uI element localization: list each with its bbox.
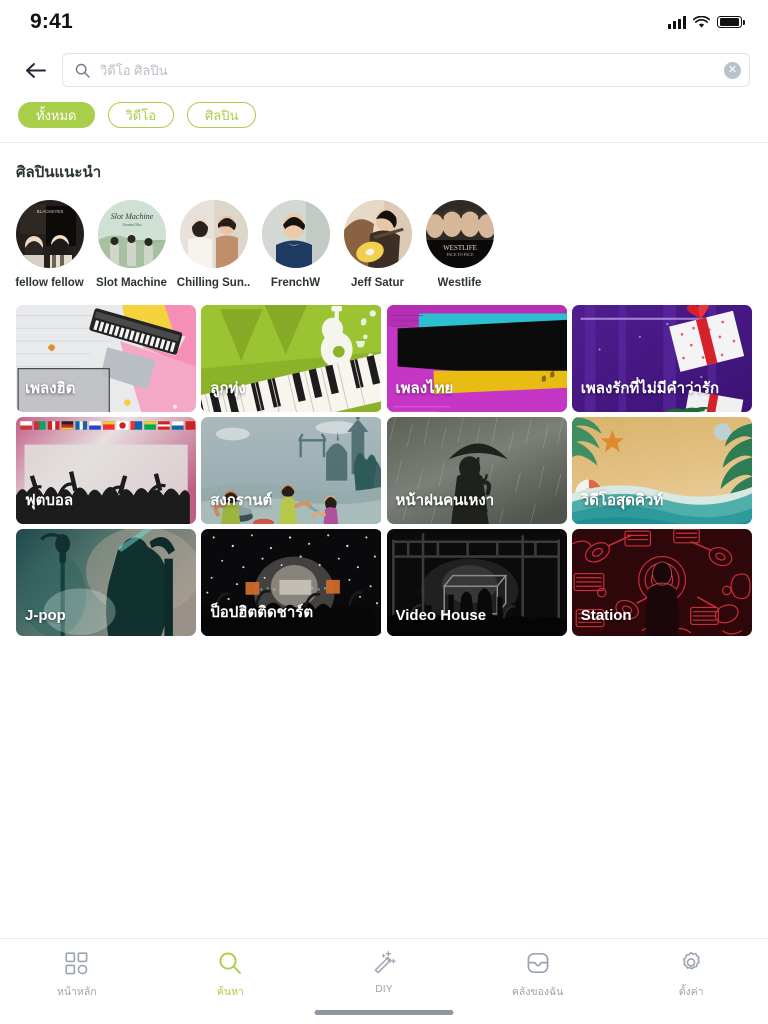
search-bar: ✕: [0, 44, 768, 90]
gear-icon: [679, 950, 703, 976]
status-indicators: [668, 15, 745, 29]
tab-search[interactable]: ค้นหา: [154, 950, 308, 1000]
home-indicator: [314, 1010, 454, 1015]
category-label: เพลงรักที่ไม่มีคำว่ารัก: [580, 380, 720, 397]
category-label: วิดีโอสุดคิวท์: [580, 492, 664, 509]
wifi-icon: [693, 15, 710, 28]
avatar: [343, 200, 412, 268]
avatar: [261, 200, 330, 268]
artist-name: FrenchW: [270, 277, 321, 289]
artist-name: Chilling Sun..: [176, 277, 251, 289]
battery-full-icon: [717, 15, 745, 29]
section-title-artists: ศิลปินแนะนำ: [16, 164, 102, 181]
filter-chips: ทั้งหมด วิดีโอ ศิลปิน: [0, 90, 768, 128]
status-time: 9:41: [30, 10, 73, 33]
library-box-icon: [526, 950, 550, 976]
category-label: สงกรานต์: [210, 492, 273, 509]
filter-chip-all[interactable]: ทั้งหมด: [18, 102, 95, 128]
app-screen: 9:41 ✕: [0, 0, 768, 1024]
artist-name: Slot Machine: [96, 277, 167, 289]
tab-diy[interactable]: DIY: [307, 950, 461, 995]
status-bar: 9:41: [0, 0, 768, 44]
category-label: เพลงฮิต: [25, 380, 76, 397]
category-card[interactable]: เพลงรักที่ไม่มีคำว่ารัก: [571, 305, 752, 412]
search-icon: [75, 63, 90, 78]
tab-label: DIY: [375, 983, 393, 995]
category-card[interactable]: ป็อปฮิตติดชาร์ต: [201, 529, 382, 636]
category-label: ฟุตบอล: [25, 492, 74, 509]
category-label: ลูกทุ่ง: [210, 380, 246, 397]
category-card[interactable]: เพลงฮิต: [16, 305, 197, 412]
category-card[interactable]: วิดีโอสุดคิวท์: [571, 417, 752, 524]
tab-label: คลังของฉัน: [511, 986, 564, 998]
artist-list: BLACKEYES fellow fellow Slot Machine Gre…: [0, 184, 768, 289]
tab-settings[interactable]: ตั้งค่า: [614, 950, 768, 1000]
tab-home[interactable]: หน้าหลัก: [0, 950, 154, 1000]
category-card[interactable]: ฟุตบอล: [16, 417, 197, 524]
search-icon: [218, 950, 242, 976]
tab-label: หน้าหลัก: [56, 986, 97, 998]
avatar: Slot Machine Greatest Hits: [97, 200, 166, 268]
category-card[interactable]: Station: [571, 529, 752, 636]
avatar: WESTLIFE FACE TO FACE: [425, 200, 494, 268]
artist-item[interactable]: Chilling Sun..: [176, 200, 251, 289]
avatar: [179, 200, 248, 268]
back-arrow-icon: [25, 62, 46, 78]
category-label: Station: [580, 607, 632, 624]
search-input[interactable]: [90, 62, 724, 78]
filter-chip-artist[interactable]: ศิลปิน: [187, 102, 257, 128]
svg-text:BLACKEYES: BLACKEYES: [36, 209, 63, 214]
category-label: ป็อปฮิตติดชาร์ต: [210, 604, 314, 621]
artist-item[interactable]: Slot Machine Greatest Hits Slot Machine: [96, 200, 167, 289]
category-card[interactable]: เพลงไทย: [386, 305, 567, 412]
svg-text:WESTLIFE: WESTLIFE: [443, 244, 477, 252]
cellular-signal-icon: [668, 15, 686, 29]
category-grid: เพลงฮิต ลูกทุ่ง เพลงไทย เพลงรักที่ไม่มีค…: [0, 289, 768, 636]
category-card[interactable]: ลูกทุ่ง: [201, 305, 382, 412]
category-card[interactable]: สงกรานต์: [201, 417, 382, 524]
category-label: Video House: [395, 607, 487, 624]
avatar: BLACKEYES: [15, 200, 84, 268]
artist-name: fellow fellow: [15, 277, 84, 289]
tab-label: ค้นหา: [216, 986, 244, 998]
svg-text:Greatest Hits: Greatest Hits: [122, 223, 141, 227]
artist-item[interactable]: WESTLIFE FACE TO FACE Westlife: [424, 200, 495, 289]
artist-item[interactable]: Jeff Satur: [342, 200, 413, 289]
tab-label: ตั้งค่า: [678, 986, 704, 998]
artist-name: Westlife: [437, 277, 482, 289]
category-card[interactable]: J-pop: [16, 529, 197, 636]
svg-text:Slot Machine: Slot Machine: [110, 212, 153, 221]
filter-chip-video[interactable]: วิดีโอ: [107, 102, 175, 128]
search-field-wrapper[interactable]: ✕: [62, 53, 750, 87]
artist-name: Jeff Satur: [350, 277, 405, 289]
category-card[interactable]: หน้าฝนคนเหงา: [386, 417, 567, 524]
category-label: เพลงไทย: [395, 380, 454, 397]
svg-text:FACE TO FACE: FACE TO FACE: [446, 252, 474, 257]
artist-item[interactable]: BLACKEYES fellow fellow: [14, 200, 85, 289]
tab-library[interactable]: คลังของฉัน: [461, 950, 615, 1000]
magic-wand-icon: [372, 950, 396, 976]
category-card[interactable]: Video House: [386, 529, 567, 636]
back-button[interactable]: [18, 53, 52, 87]
category-label: หน้าฝนคนเหงา: [395, 492, 495, 509]
artist-item[interactable]: FrenchW: [260, 200, 331, 289]
home-grid-icon: [65, 950, 88, 976]
clear-search-button[interactable]: ✕: [724, 61, 741, 79]
category-label: J-pop: [25, 607, 66, 624]
